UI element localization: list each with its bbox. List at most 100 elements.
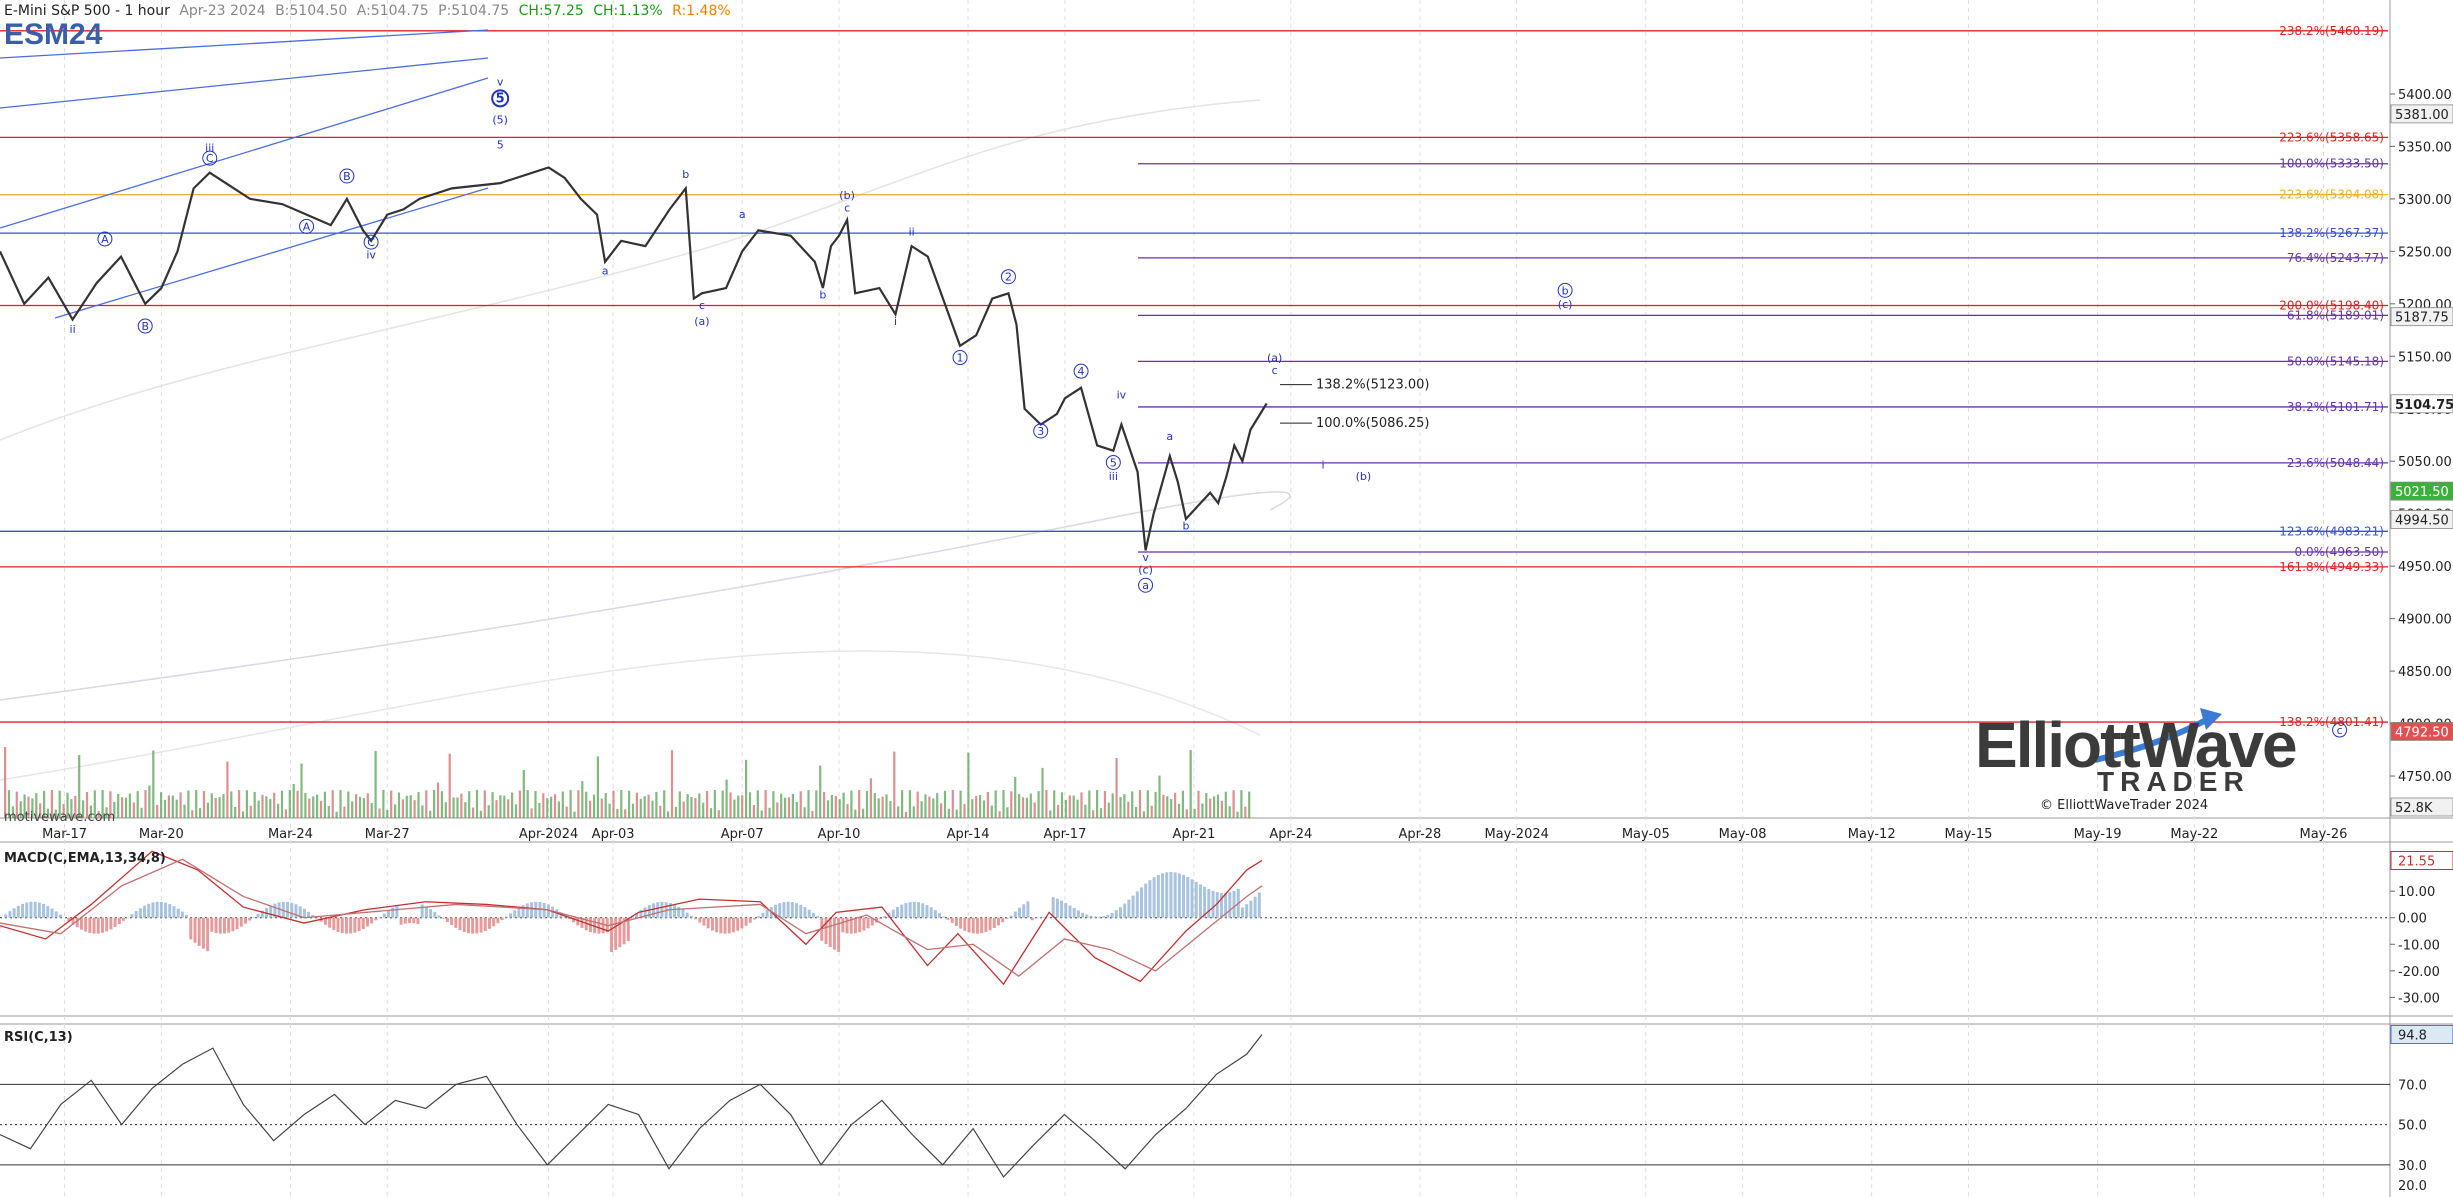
macd-histogram-bar (946, 917, 950, 920)
volume-bar (417, 792, 420, 818)
macd-histogram-bar (239, 917, 243, 927)
volume-bar (273, 792, 276, 818)
header-price: P:5104.75 (438, 3, 510, 19)
volume-bar (893, 751, 896, 818)
macd-histogram-bar (222, 917, 226, 934)
y-tick-label: 5300.00 (2398, 193, 2452, 208)
volume-bar (308, 798, 311, 818)
volume-bar (932, 798, 935, 818)
macd-histogram-bar (433, 912, 437, 918)
macd-histogram-bar (614, 917, 618, 950)
watermark: motivewave.com (4, 810, 116, 825)
volume-bar (253, 791, 256, 818)
macd-histogram-bar (378, 916, 382, 918)
y-tick-label: 5250.00 (2398, 245, 2452, 260)
wave-label: a (739, 208, 746, 221)
volume-bar (503, 795, 506, 818)
volume-bar (756, 790, 759, 818)
macd-histogram-bar (92, 917, 96, 934)
macd-histogram-bar (984, 917, 988, 933)
volume-bar (830, 794, 833, 818)
volume-bar (678, 791, 681, 818)
macd-histogram-bar (1001, 917, 1005, 923)
x-tick-label: May-15 (1945, 827, 1993, 842)
volume-bar (117, 793, 120, 818)
volume-bar (378, 808, 381, 818)
macd-histogram-bar (496, 917, 500, 924)
volume-bar (171, 795, 174, 818)
macd-histogram-bar (736, 917, 740, 931)
volume-bar (362, 798, 365, 818)
volume-bar (885, 794, 888, 818)
wave-label: C (206, 152, 214, 165)
volume-bar (772, 791, 775, 818)
volume-bar (1240, 790, 1243, 818)
volume-bar (1185, 809, 1188, 818)
volume-bar (284, 809, 287, 818)
volume-bar (667, 811, 670, 818)
volume-bar (947, 808, 950, 818)
volume-bar (1037, 791, 1040, 818)
volume-bar (249, 805, 252, 818)
macd-histogram-bar (530, 902, 534, 918)
macd-histogram-bar (1110, 912, 1114, 918)
volume-bar (585, 791, 588, 818)
volume-bar (1002, 790, 1005, 818)
macd-histogram-bar (412, 917, 416, 924)
x-tick-label: Mar-24 (268, 827, 313, 842)
macd-histogram-bar (168, 904, 172, 918)
volume-bar (277, 803, 280, 818)
y-tick-label: 5050.00 (2398, 455, 2452, 470)
volume-bar (124, 797, 128, 818)
wave-label: iv (1117, 388, 1127, 401)
volume-bar (811, 811, 814, 818)
volume-bar (429, 810, 432, 818)
volume-bar (706, 791, 709, 818)
volume-bar (226, 761, 229, 818)
wave-label: c (699, 299, 705, 312)
volume-bar (1060, 792, 1064, 818)
wave-label: iii (1109, 470, 1118, 483)
macd-histogram-bar (1219, 892, 1223, 918)
macd-histogram-bar (1081, 912, 1085, 918)
macd-histogram-bar (84, 917, 88, 932)
macd-histogram-bar (954, 917, 958, 926)
volume-bar (1115, 757, 1118, 818)
macd-histogram-bar (134, 910, 138, 918)
x-tick-label: Mar-17 (42, 827, 87, 842)
volume-bar (1170, 798, 1173, 818)
volume-bar (1068, 795, 1071, 818)
macd-histogram-bar (1186, 877, 1190, 918)
macd-histogram-bar (42, 903, 46, 918)
volume-bar (1057, 804, 1060, 818)
macd-histogram-bar (706, 917, 710, 929)
volume-bar (846, 804, 849, 818)
y-tick-label: 4850.00 (2398, 665, 2452, 680)
volume-bar (815, 790, 818, 818)
macd-histogram-bar (832, 917, 836, 950)
macd-histogram-bar (462, 917, 466, 932)
macd-histogram-bar (761, 912, 765, 918)
volume-bar (647, 794, 650, 818)
macd-histogram-bar (117, 917, 121, 924)
x-tick-label: May-26 (2300, 827, 2348, 842)
volume-bar (694, 797, 697, 818)
volume-bar (912, 806, 915, 818)
macd-histogram-bar (1173, 872, 1177, 918)
x-tick-label: May-05 (1622, 827, 1670, 842)
x-tick-label: May-22 (2170, 827, 2218, 842)
volume-bar (327, 806, 330, 818)
volume-bar (522, 769, 525, 818)
macd-histogram-bar (29, 901, 33, 918)
wave-label: b (819, 289, 826, 302)
macd-histogram-bar (1085, 914, 1089, 918)
volume-bar (729, 792, 732, 818)
volume-bar (959, 790, 962, 818)
volume-bar (1197, 790, 1200, 818)
macd-histogram-bar (349, 917, 353, 934)
volume-bar (1029, 793, 1032, 818)
macd-histogram-bar (201, 917, 205, 949)
macd-histogram-bar (790, 902, 794, 918)
volume-bar (869, 778, 872, 818)
x-tick-label: May-2024 (1484, 827, 1548, 842)
